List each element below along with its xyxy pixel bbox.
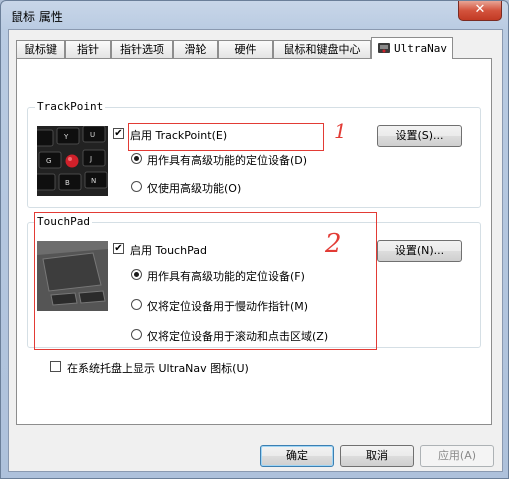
trackpoint-option-full-radio[interactable]: [131, 153, 142, 164]
ultranav-icon: [377, 41, 391, 62]
trackpoint-keyboard-image: Y U G J B N: [37, 126, 108, 196]
tab-wheel[interactable]: 滑轮: [173, 40, 218, 58]
ok-button[interactable]: 确定: [260, 445, 334, 467]
svg-text:G: G: [46, 157, 51, 165]
close-button[interactable]: ✕: [458, 1, 502, 21]
touchpad-settings-button[interactable]: 设置(N)...: [377, 240, 462, 262]
annotation-mark-1: 1: [334, 119, 347, 143]
svg-text:N: N: [91, 177, 96, 185]
tab-mouse-keyboard-center[interactable]: 鼠标和键盘中心: [273, 40, 371, 58]
cancel-button[interactable]: 取消: [340, 445, 414, 467]
svg-text:B: B: [65, 179, 70, 187]
tray-icon-label[interactable]: 在系统托盘上显示 UltraNav 图标(U): [67, 360, 249, 376]
trackpoint-enable-checkbox[interactable]: ✔: [113, 128, 124, 139]
window-title: 鼠标 属性: [11, 10, 63, 24]
trackpoint-option-full-label[interactable]: 用作具有高级功能的定位设备(D): [147, 152, 307, 168]
trackpoint-option-advanced-label[interactable]: 仅使用高级功能(O): [147, 180, 241, 196]
apply-button[interactable]: 应用(A): [420, 445, 494, 467]
svg-text:J: J: [89, 155, 92, 163]
tab-pointer-options[interactable]: 指针选项: [111, 40, 173, 58]
tray-icon-checkbox[interactable]: [50, 361, 61, 372]
trackpoint-settings-button[interactable]: 设置(S)...: [377, 125, 462, 147]
tab-buttons[interactable]: 鼠标键: [16, 40, 65, 58]
svg-text:U: U: [90, 131, 95, 139]
properties-window: 鼠标 属性 ✕ 鼠标键 指针 指针选项 滑轮 硬件 鼠标和键盘中心 UltraN…: [0, 0, 509, 479]
tab-pointers[interactable]: 指针: [65, 40, 111, 58]
ultranav-panel: TrackPoint Y U G J B N ✔ 启用 TrackPoint(E…: [16, 58, 492, 425]
annotation-box-1: [128, 123, 324, 151]
dialog-client-area: 鼠标键 指针 指针选项 滑轮 硬件 鼠标和键盘中心 UltraNav Track…: [8, 29, 503, 472]
trackpoint-group-title: TrackPoint: [35, 100, 106, 113]
title-bar[interactable]: 鼠标 属性 ✕: [1, 1, 508, 29]
close-icon: ✕: [474, 2, 486, 17]
tab-ultranav[interactable]: UltraNav: [371, 37, 453, 59]
annotation-mark-2: 2: [325, 229, 342, 259]
tab-ultranav-label: UltraNav: [394, 42, 447, 55]
svg-text:Y: Y: [63, 133, 69, 141]
trackpoint-option-advanced-radio[interactable]: [131, 181, 142, 192]
tab-hardware[interactable]: 硬件: [218, 40, 273, 58]
